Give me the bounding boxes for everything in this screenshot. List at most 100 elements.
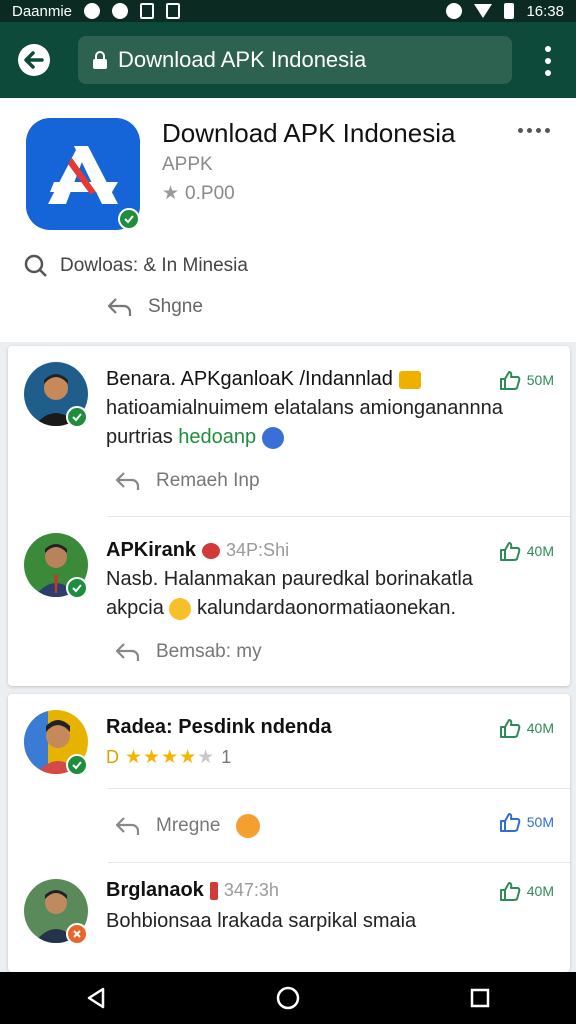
system-nav-bar [0,972,576,1024]
reply-label: Mregne [156,815,221,836]
badge-emoji-icon [261,426,284,449]
app-header-card: Download APK Indonesia APPK ★ 0.P00 Dowl… [0,98,576,342]
nav-recents-button[interactable] [460,978,500,1018]
avatar[interactable] [24,362,88,428]
carrier-label: Daanmie [12,2,73,20]
like-count: 40M [526,883,554,899]
like-button[interactable]: 50M [499,370,554,390]
comments-card: Benara. APKganloaK /Indannlad 50M hatioa… [8,346,570,686]
reply-button[interactable]: Remaeh Inp [114,470,260,492]
overflow-menu-button[interactable] [538,46,558,76]
comment-item: Benara. APKganloaK /Indannlad 50M hatioa… [8,346,570,516]
verified-badge-icon [118,208,140,230]
like-count: 50M [526,372,554,388]
comment-text: akpcia [106,597,164,619]
menu-dot-icon [545,58,551,64]
thumbs-up-icon [499,371,521,390]
comment-time: 347:3h [223,880,279,900]
reply-button[interactable]: Mregne [114,814,261,838]
avatar[interactable] [24,879,88,945]
rating-prefix: D [106,747,119,767]
app-rating: ★ 0.P00 [162,182,235,205]
comment-author: Radea: Pesdink ndenda [106,716,332,738]
dot-icon [518,128,523,133]
triangle-back-icon [87,987,105,1009]
search-icon [24,254,47,277]
reply-icon [115,472,140,490]
reply-label: Bemsab: my [156,641,262,662]
rating-value: 0.P00 [185,182,235,204]
avatar[interactable] [24,710,88,776]
comment-body: Bohbionsaa lrakada sarpikal smaia [106,907,556,936]
comment-item: APKirank 34P:Shi 40M Nasb. Halanmakan pa… [8,517,570,686]
share-button[interactable]: Shgne [106,296,203,318]
comment-text: Nasb. Halanmakan pauredkal borinakatla [106,568,473,590]
comment-text: purtrias [106,426,173,448]
comment-author-line: Brglanaok 347:3h [106,879,279,902]
comment-item: Brglanaok 347:3h 40M Bohbionsaa lrakada … [8,863,570,972]
like-button[interactable]: 40M [499,881,554,901]
reply-label: Remaeh Inp [156,470,260,491]
record-icon [84,3,101,19]
dot-icon [527,128,532,133]
menu-dot-icon [545,46,551,52]
comment-rating: D ★★★★★ 1 [106,746,231,769]
menu-dot-icon [545,70,551,76]
comment-item: Radea: Pesdink ndenda 40M D ★★★★★ 1 Mreg… [8,694,570,862]
comment-text: kalundardaonormatiaonekan. [196,597,457,619]
comment-author-line: Radea: Pesdink ndenda [106,716,332,739]
app-developer: APPK [162,154,213,175]
reply-button[interactable]: Bemsab: my [114,641,262,663]
share-icon [107,298,132,316]
comment-author-line: Benara. APKganloaK /Indannlad [106,368,421,391]
verified-badge-icon [66,754,88,776]
comment-text-line: purtrias hedoanp [106,423,556,452]
status-right: 16:38 [446,3,564,20]
verified-badge-icon [66,406,88,428]
circle-home-icon [276,986,300,1010]
status-bar: Daanmie 16:38 [0,0,576,22]
comment-author: Brglanaok [106,879,204,901]
url-text: Download APK Indonesia [118,47,367,72]
thumbs-up-icon [499,882,521,901]
comment-text: Bohbionsaa lrakada sarpikal smaia [106,910,417,932]
back-button[interactable] [14,42,54,78]
comment-author: Benara. APKganloaK /Indannlad [106,368,393,390]
bottle-emoji-icon [209,881,218,900]
dot-icon [545,128,550,133]
like-count: 40M [526,543,554,559]
warning-badge-icon [66,923,88,945]
sync-icon [112,3,129,19]
like-button[interactable]: 50M [499,812,554,832]
reply-icon [115,817,140,835]
thumbs-up-icon [499,542,521,561]
nav-back-button[interactable] [76,978,116,1018]
clipboard-icon [166,3,181,19]
comment-author: APKirank [106,539,197,561]
browser-toolbar: Download APK Indonesia [0,22,576,98]
url-bar[interactable]: Download APK Indonesia [78,36,512,84]
alarm-icon [446,3,463,19]
star-icon: ★ [162,183,180,204]
thinking-emoji-icon [236,814,261,838]
comment-text: hatioamialnuimem elatalans amionganannna [106,397,503,419]
downloads-text: Dowloas: & In Minesia [60,255,248,276]
comment-hashtag-link[interactable]: hedoanp [178,426,256,448]
like-button[interactable]: 40M [499,718,554,738]
share-label: Shgne [148,296,203,317]
dot-icon [536,128,541,133]
like-button[interactable]: 40M [499,541,554,561]
more-options-button[interactable] [518,128,550,133]
divider [108,788,570,789]
verified-badge-icon [66,577,88,599]
comment-time: 34P:Shi [226,540,290,560]
rating-value: 1 [221,747,232,767]
thumbs-up-icon [499,719,521,738]
app-icon[interactable] [26,118,140,230]
avatar[interactable] [24,533,88,599]
star-rating-icon: ★★★★★ [125,747,216,768]
like-count: 40M [526,720,554,736]
flag-emoji-icon [202,542,221,559]
nav-home-button[interactable] [268,978,308,1018]
battery-icon [504,3,515,19]
